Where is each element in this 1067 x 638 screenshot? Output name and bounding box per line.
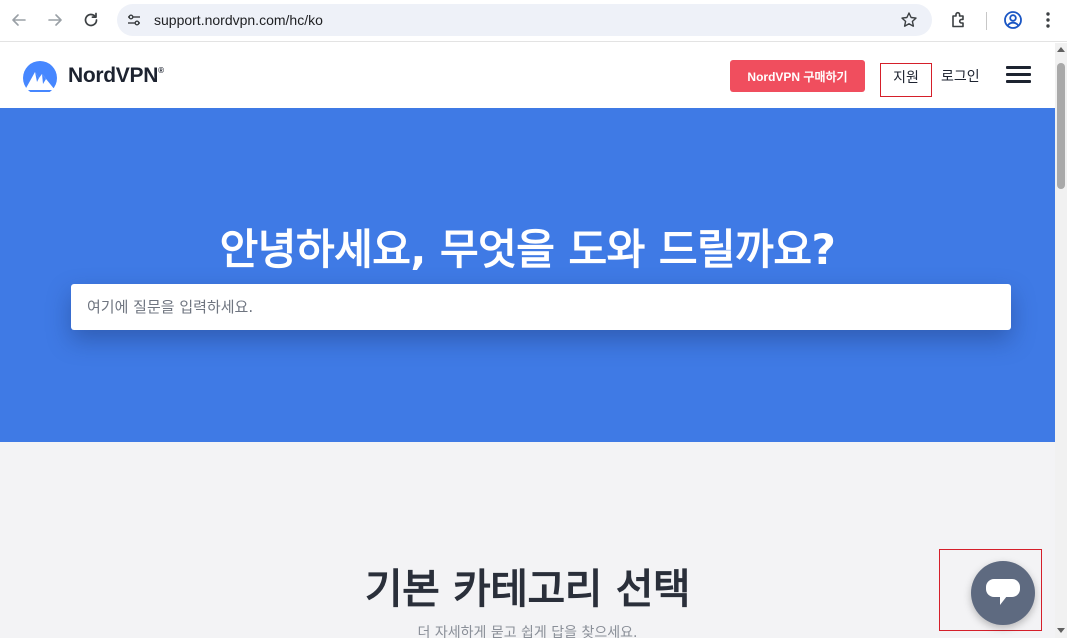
chat-bubble-icon <box>986 579 1020 605</box>
forward-arrow-icon[interactable] <box>44 9 66 31</box>
hero-title: 안녕하세요, 무엇을 도와 드릴까요? <box>219 225 836 274</box>
hero-section: 안녕하세요, 무엇을 도와 드릴까요? <box>0 108 1055 442</box>
profile-icon[interactable] <box>1003 10 1023 34</box>
site-settings-icon[interactable] <box>126 12 142 28</box>
scroll-down-icon[interactable] <box>1057 628 1065 633</box>
search-box[interactable] <box>71 284 1011 330</box>
address-bar[interactable]: support.nordvpn.com/hc/ko <box>117 4 932 36</box>
extensions-icon[interactable] <box>949 10 969 34</box>
search-input[interactable] <box>71 284 1011 330</box>
categories-section: 기본 카테고리 선택 더 자세하게 묻고 쉽게 답을 찾으세요. <box>0 442 1055 638</box>
site-header: NordVPN® NordVPN 구매하기 지원 로그인 <box>0 43 1055 108</box>
hamburger-icon[interactable] <box>1006 66 1031 84</box>
nordvpn-mountain-icon <box>23 61 57 92</box>
browser-toolbar: support.nordvpn.com/hc/ko <box>0 0 1067 42</box>
more-menu-icon[interactable] <box>1040 10 1056 34</box>
page-scrollbar[interactable] <box>1055 43 1067 638</box>
reload-icon[interactable] <box>80 9 102 31</box>
support-link[interactable]: 지원 <box>880 63 932 97</box>
buy-nordvpn-button[interactable]: NordVPN 구매하기 <box>730 60 865 92</box>
logo-wordmark: NordVPN® <box>68 64 164 87</box>
scroll-thumb[interactable] <box>1057 63 1065 189</box>
categories-subtitle: 더 자세하게 묻고 쉽게 답을 찾으세요. <box>417 625 638 638</box>
login-link[interactable]: 로그인 <box>941 66 980 86</box>
scroll-up-icon[interactable] <box>1057 47 1065 52</box>
url-text[interactable]: support.nordvpn.com/hc/ko <box>154 12 323 28</box>
toolbar-separator <box>986 12 987 30</box>
back-arrow-icon[interactable] <box>8 9 30 31</box>
nordvpn-logo[interactable]: NordVPN® <box>20 60 164 92</box>
bookmark-star-icon[interactable] <box>900 11 918 33</box>
chat-button[interactable] <box>971 561 1035 625</box>
categories-title: 기본 카테고리 선택 <box>364 565 691 613</box>
